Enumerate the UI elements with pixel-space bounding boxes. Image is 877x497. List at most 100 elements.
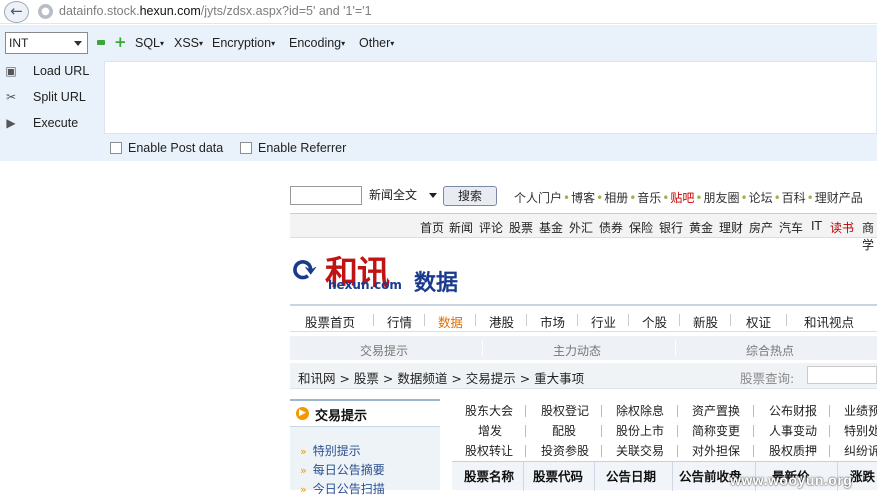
nav-item[interactable]: 新股 [693, 312, 718, 331]
checkbox-box[interactable] [110, 142, 122, 154]
grid-link[interactable]: 关联交易 [616, 442, 664, 459]
portal-link[interactable]: 论坛 [749, 191, 773, 205]
hexun-logo[interactable]: ⟳ 和讯 hexun.com 数据 [290, 246, 490, 296]
increase-icon[interactable]: + [114, 35, 127, 50]
nav-item[interactable]: 权证 [746, 312, 771, 331]
stock-query-input[interactable] [807, 366, 877, 384]
left-item[interactable]: » 今日公告扫描 [300, 480, 385, 497]
column-header[interactable]: 公告日期 [606, 466, 656, 485]
left-item-label: 今日公告扫描 [312, 482, 385, 496]
grid-link[interactable]: 投资参股 [541, 442, 589, 459]
search-scope-select[interactable]: 新闻全文 [367, 186, 441, 205]
channel-link[interactable]: 房产 [749, 219, 773, 236]
watermark: www.wooyun.org [730, 472, 853, 488]
menu-encoding[interactable]: Encoding▾ [289, 36, 345, 50]
execute-button[interactable]: ▶ Execute [0, 113, 104, 135]
channel-link[interactable]: 新闻 [449, 219, 473, 236]
subnav-item[interactable]: 综合热点 [746, 342, 794, 359]
portal-link[interactable]: 个人门户 [514, 191, 562, 205]
channel-link[interactable]: 基金 [539, 219, 563, 236]
menu-other[interactable]: Other▾ [359, 36, 394, 50]
grid-link[interactable]: 增发 [478, 422, 502, 439]
nav-item[interactable]: 港股 [489, 312, 514, 331]
hackbar-actions: ▣ Load URL ✂ Split URL ▶ Execute [0, 61, 104, 141]
split-url-button[interactable]: ✂ Split URL [0, 87, 104, 109]
portal-link[interactable]: 百科 [782, 191, 806, 205]
left-item[interactable]: » 每日公告摘要 [300, 461, 385, 478]
main-nav: 股票首页 行情 数据 港股 市场 行业 个股 新股 权证 和讯视点 [290, 304, 877, 332]
portal-link[interactable]: 贴吧 [670, 191, 694, 205]
enable-referrer-checkbox[interactable]: Enable Referrer [240, 141, 346, 155]
channel-link[interactable]: 外汇 [569, 219, 593, 236]
grid-link[interactable]: 纠纷诉讼 [844, 442, 877, 459]
left-panel-title: 交易提示 [315, 409, 368, 424]
channel-link[interactable]: IT [811, 219, 822, 233]
channel-link[interactable]: 黄金 [689, 219, 713, 236]
enable-post-checkbox[interactable]: Enable Post data [110, 141, 223, 155]
chevron-down-icon [429, 193, 437, 198]
grid-link[interactable]: 简称变更 [692, 422, 740, 439]
channel-link[interactable]: 理财 [719, 219, 743, 236]
channel-link[interactable]: 保险 [629, 219, 653, 236]
grid-link[interactable]: 人事变动 [769, 422, 817, 439]
channel-link[interactable]: 债券 [599, 219, 623, 236]
load-url-button[interactable]: ▣ Load URL [0, 61, 104, 83]
grid-link[interactable]: 股权质押 [769, 442, 817, 459]
subnav-item[interactable]: 交易提示 [360, 342, 408, 359]
column-header[interactable]: 涨跌 [850, 466, 875, 485]
portal-link[interactable]: 理财产品 [815, 191, 863, 205]
grid-link[interactable]: 股权登记 [541, 402, 589, 419]
nav-item[interactable]: 行业 [591, 312, 616, 331]
grid-link[interactable]: 股权转让 [465, 442, 513, 459]
nav-item[interactable]: 股票首页 [305, 312, 355, 331]
channel-link[interactable]: 读书 [830, 219, 854, 236]
nav-item[interactable]: 和讯视点 [804, 312, 854, 331]
grid-link[interactable]: 配股 [552, 422, 576, 439]
decrease-icon[interactable] [97, 40, 105, 45]
channel-link[interactable]: 商学 [862, 219, 877, 253]
nav-item[interactable]: 个股 [642, 312, 667, 331]
back-arrow-icon[interactable]: ← [4, 1, 29, 23]
nav-item-active[interactable]: 数据 [438, 312, 463, 331]
channel-link[interactable]: 首页 [420, 219, 444, 236]
scissors-icon: ✂ [5, 90, 17, 104]
portal-link[interactable]: 朋友圈 [703, 191, 739, 205]
portal-link[interactable]: 相册 [604, 191, 628, 205]
grid-link[interactable]: 特别处理 [844, 422, 877, 439]
url-field[interactable]: datainfo.stock.hexun.com/jyts/zdsx.aspx?… [59, 4, 372, 18]
channel-link[interactable]: 银行 [659, 219, 683, 236]
grid-link[interactable]: 股份上市 [616, 422, 664, 439]
grid-link[interactable]: 对外担保 [692, 442, 740, 459]
left-item[interactable]: » 特别提示 [300, 442, 361, 459]
menu-sql[interactable]: SQL▾ [135, 36, 164, 50]
sub-nav: 交易提示 主力动态 综合热点 [290, 336, 877, 360]
menu-encoding-label: Encoding [289, 36, 342, 50]
menu-encryption[interactable]: Encryption▾ [212, 36, 275, 50]
portal-link[interactable]: 音乐 [637, 191, 661, 205]
grid-link[interactable]: 资产置换 [692, 402, 740, 419]
left-panel-header: ▶ 交易提示 [290, 401, 440, 427]
menu-other-label: Other [359, 36, 391, 50]
grid-link[interactable]: 公布财报 [769, 402, 817, 419]
portal-link[interactable]: 博客 [571, 191, 595, 205]
url-textarea[interactable] [104, 61, 877, 134]
column-header[interactable]: 股票代码 [533, 466, 583, 485]
checkbox-box[interactable] [240, 142, 252, 154]
grid-link[interactable]: 业绩预告 [844, 402, 877, 419]
nav-item[interactable]: 市场 [540, 312, 565, 331]
channel-link[interactable]: 股票 [509, 219, 533, 236]
channel-link[interactable]: 评论 [479, 219, 503, 236]
type-select[interactable]: INT [5, 32, 88, 54]
grid-link[interactable]: 股东大会 [465, 402, 513, 419]
column-header[interactable]: 股票名称 [464, 466, 514, 485]
grid-link[interactable]: 除权除息 [616, 402, 664, 419]
left-item-label: 特别提示 [312, 444, 361, 458]
double-arrow-icon: » [300, 445, 307, 458]
menu-xss[interactable]: XSS▾ [174, 36, 203, 50]
search-input[interactable] [290, 186, 362, 205]
nav-item[interactable]: 行情 [387, 312, 412, 331]
channel-link[interactable]: 汽车 [779, 219, 803, 236]
breadcrumb-text[interactable]: 和讯网 > 股票 > 数据频道 > 交易提示 > 重大事项 [298, 368, 584, 387]
subnav-item[interactable]: 主力动态 [553, 342, 601, 359]
search-button[interactable]: 搜索 [443, 186, 497, 206]
